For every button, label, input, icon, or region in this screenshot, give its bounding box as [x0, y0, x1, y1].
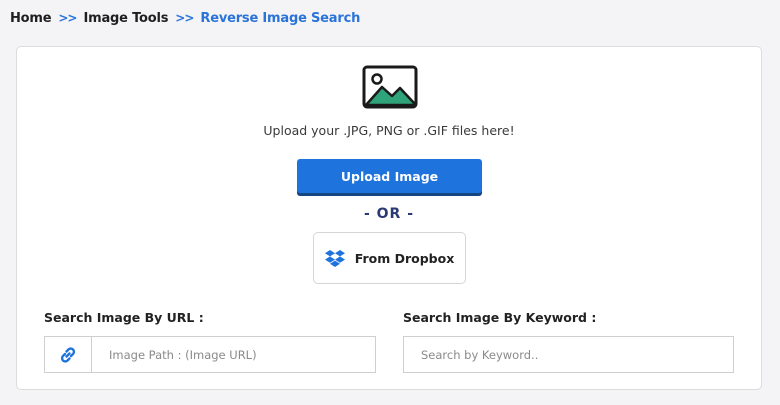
upload-instructions: Upload your .JPG, PNG or .GIF files here… — [263, 123, 515, 138]
upload-image-button[interactable]: Upload Image — [297, 159, 482, 193]
link-icon — [60, 346, 76, 363]
url-icon-box — [45, 337, 92, 372]
dropbox-icon — [324, 250, 345, 267]
breadcrumb-home[interactable]: Home — [10, 11, 52, 26]
keyword-search-input[interactable] — [404, 337, 733, 372]
url-search-label: Search Image By URL : — [44, 310, 204, 325]
or-divider: - OR - — [363, 206, 415, 222]
dropbox-label: From Dropbox — [354, 250, 455, 266]
keyword-search-group — [403, 336, 734, 373]
breadcrumb: Home >> Image Tools >> Reverse Image Sea… — [10, 8, 360, 28]
upload-card: Upload your .JPG, PNG or .GIF files here… — [16, 46, 762, 390]
keyword-search-label: Search Image By Keyword : — [403, 310, 597, 325]
url-search-group — [44, 336, 376, 373]
image-icon — [362, 65, 418, 109]
from-dropbox-button[interactable]: From Dropbox — [313, 232, 466, 284]
breadcrumb-current: Reverse Image Search — [200, 10, 361, 26]
breadcrumb-separator: >> — [175, 11, 194, 25]
image-url-input[interactable] — [92, 337, 375, 372]
breadcrumb-separator: >> — [58, 11, 77, 25]
breadcrumb-image-tools[interactable]: Image Tools — [83, 11, 168, 26]
